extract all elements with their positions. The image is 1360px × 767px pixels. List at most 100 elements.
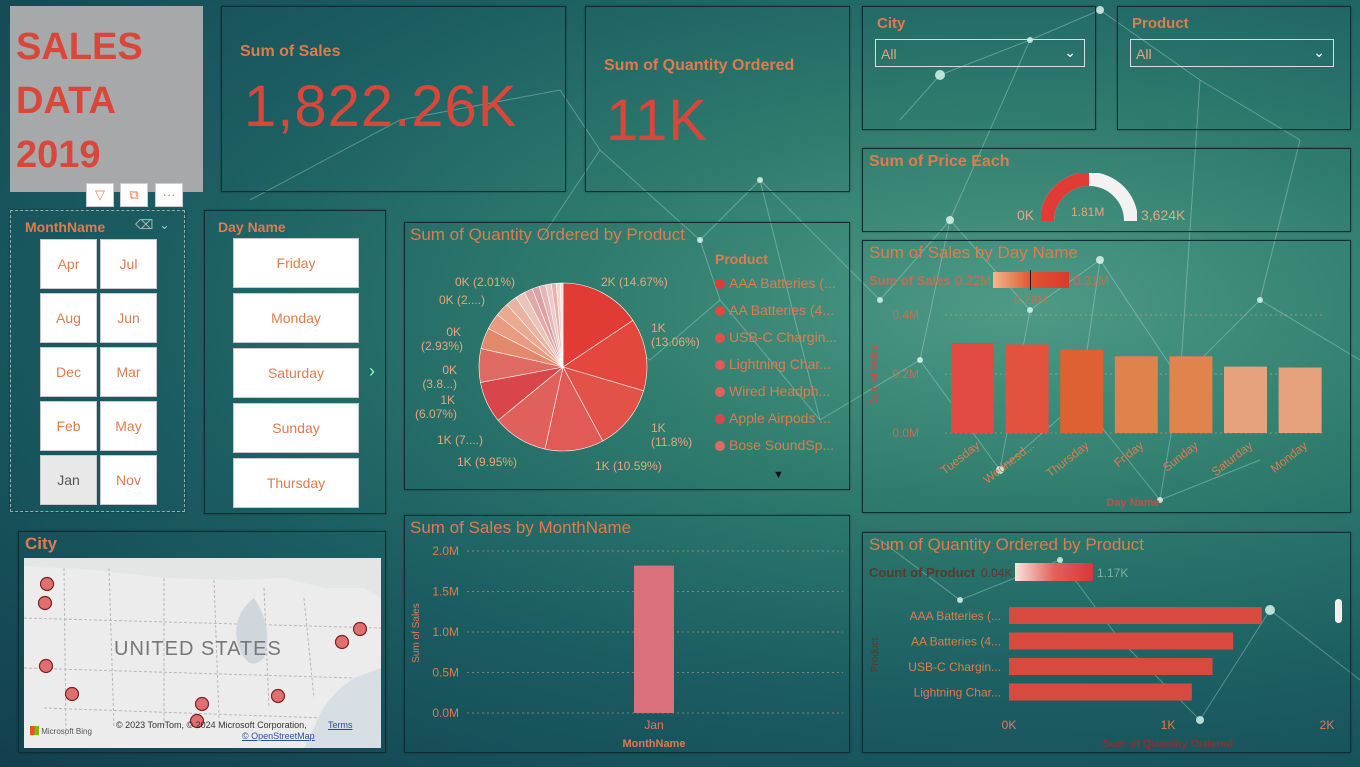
month-bar-chart-card[interactable]: Sum of Sales by MonthName 2.0M 1.5M 1.0M 0.… <box>404 515 850 753</box>
prod-bar-0 <box>1009 607 1262 624</box>
month-tile-aug[interactable]: Aug <box>40 293 97 343</box>
map-title: City <box>25 534 58 553</box>
day-tile-thursday[interactable]: Thursday <box>233 458 359 508</box>
month-ytick-0: 2.0M <box>432 544 459 558</box>
day-bar-1 <box>1005 344 1049 433</box>
day-ytick-2: 0.0M <box>892 426 919 440</box>
pie-legend-item-0[interactable]: AAA Batteries (... <box>715 275 836 291</box>
month-tile-may[interactable]: May <box>100 401 157 451</box>
city-map[interactable]: UNITED STATES Microsoft Bing © 2023 TomT… <box>24 558 381 748</box>
gauge-card[interactable]: Sum of Price Each 0K 1.81M 3,624K <box>862 148 1351 232</box>
kpi-card-sales[interactable]: Sum of Sales 1,822.26K <box>221 6 566 192</box>
map-city-marker-2 <box>38 658 54 674</box>
map-city-marker-7 <box>334 634 350 650</box>
report-title-line-3: 2019 <box>16 134 101 176</box>
city-slicer[interactable]: City All ⌄ <box>862 6 1096 130</box>
kpi-card-quantity[interactable]: Sum of Quantity Ordered 11K <box>585 6 850 192</box>
month-slicer-title: MonthName <box>25 219 106 235</box>
map-city-marker-8 <box>352 621 368 637</box>
report-title-line-2: DATA <box>16 80 116 122</box>
day-xlabel: Day Name <box>1106 497 1159 509</box>
pie-legend-label: AA Batteries (4... <box>729 302 835 318</box>
pie-legend-item-3[interactable]: Lightning Char... <box>715 356 831 372</box>
day-tile-friday[interactable]: Friday <box>233 238 359 288</box>
day-slicer[interactable]: Day Name Friday Monday Saturday Sunday Thurs… <box>204 210 386 514</box>
pie-legend-item-2[interactable]: USB-C Chargin... <box>715 329 837 345</box>
day-tile-sunday[interactable]: Sunday <box>233 403 359 453</box>
bing-logo: Microsoft Bing <box>30 726 92 736</box>
month-tile-jul[interactable]: Jul <box>100 239 157 289</box>
pie-legend-item-4[interactable]: Wired Headph... <box>715 383 830 399</box>
legend-scroll-down-icon[interactable]: ▼ <box>773 469 784 481</box>
bing-logo-text: Microsoft Bing <box>41 727 92 736</box>
prod-xtick-1: 1K <box>1161 718 1176 732</box>
eraser-icon[interactable]: ⌫ <box>135 217 153 233</box>
prod-xlabel: Sum of Quantity Ordered <box>1103 738 1234 750</box>
legend-dot-icon <box>715 441 725 451</box>
pie-legend-label: Lightning Char... <box>729 356 831 372</box>
pie-data-label-9: 0K (2....) <box>439 293 486 307</box>
product-slicer[interactable]: Product All ⌄ <box>1117 6 1351 130</box>
prod-xtick-2: 2K <box>1320 718 1335 732</box>
kpi-sales-value: 1,822.26K <box>244 74 518 139</box>
pie-data-label-7: 0K (3.8...) <box>422 363 457 391</box>
prod-ytick-0: AAA Batteries (... <box>910 609 1001 623</box>
day-xtick-5: Saturday <box>1209 438 1255 479</box>
map-credit: © 2023 TomTom, © 2024 Microsoft Corporat… <box>116 720 307 730</box>
focus-mode-icon[interactable]: ⧉ <box>120 183 148 207</box>
pie-legend-item-5[interactable]: Apple Airpods ... <box>715 410 831 426</box>
chevron-right-icon[interactable]: › <box>369 361 375 382</box>
month-ytick-4: 0.0M <box>432 706 459 720</box>
pie-legend-title: Product <box>715 251 768 267</box>
day-bar-6 <box>1278 367 1322 433</box>
month-tile-mar[interactable]: Mar <box>100 347 157 397</box>
pie-data-label-6: 1K (6.07%) <box>415 393 458 421</box>
day-xtick-1: Wednesd... <box>981 438 1037 486</box>
day-tile-monday[interactable]: Monday <box>233 293 359 343</box>
pie-chart-card[interactable]: Sum of Quantity Ordered by Product Produ… <box>404 222 850 490</box>
city-dropdown[interactable]: All ⌄ <box>875 39 1085 67</box>
product-bar-chart-card[interactable]: Sum of Quantity Ordered by Product Count… <box>862 532 1351 753</box>
day-bar-2 <box>1060 349 1104 433</box>
legend-dot-icon <box>715 360 725 370</box>
month-tile-nov[interactable]: Nov <box>100 455 157 505</box>
day-tile-saturday[interactable]: Saturday <box>233 348 359 398</box>
map-osm-link[interactable]: © OpenStreetMap <box>242 731 315 741</box>
scrollbar-thumb[interactable] <box>1335 599 1342 623</box>
pie-data-label-1: 1K (13.06%) <box>651 321 700 349</box>
pie-legend-label: USB-C Chargin... <box>729 329 838 345</box>
prod-xtick-0: 0K <box>1002 718 1017 732</box>
legend-dot-icon <box>715 279 725 289</box>
month-tile-apr[interactable]: Apr <box>40 239 97 289</box>
month-tile-feb[interactable]: Feb <box>40 401 97 451</box>
day-xtick-3: Friday <box>1111 438 1146 470</box>
month-tile-jan[interactable]: Jan <box>40 455 97 505</box>
pie-legend-item-6[interactable]: Bose SoundSp... <box>715 437 834 453</box>
chevron-down-icon: ⌄ <box>1064 44 1076 60</box>
pie-legend-item-1[interactable]: AA Batteries (4... <box>715 302 834 318</box>
prod-bar-2 <box>1009 658 1213 675</box>
gauge-min: 0K <box>1017 207 1035 223</box>
legend-dot-icon <box>715 414 725 424</box>
product-dropdown[interactable]: All ⌄ <box>1130 39 1334 67</box>
month-ytick-2: 1.0M <box>432 625 459 639</box>
product-slicer-title: Product <box>1132 15 1189 32</box>
month-xlabel: MonthName <box>623 738 686 750</box>
city-slicer-title: City <box>877 15 906 32</box>
day-xtick-2: Thursday <box>1044 438 1092 480</box>
kpi-quantity-value: 11K <box>606 88 708 153</box>
filter-icon[interactable]: ▽ <box>86 183 114 207</box>
month-tile-jun[interactable]: Jun <box>100 293 157 343</box>
kpi-sales-label: Sum of Sales <box>240 43 341 60</box>
day-ytick-1: 0.2M <box>892 367 919 381</box>
map-terms-link[interactable]: Terms <box>328 720 353 730</box>
day-bar-chart-card[interactable]: Sum of Sales by Day Name Sum of Sales 0.… <box>862 240 1351 513</box>
more-options-icon[interactable]: ··· <box>155 183 183 207</box>
pie-data-label-2: 1K (11.8%) <box>651 421 693 449</box>
day-ylabel: Sum of Sales <box>869 345 880 404</box>
map-city-marker-6 <box>270 688 286 704</box>
month-slicer[interactable]: MonthName ⌫ ⌄ Apr Jul Aug Jun Dec Mar Feb May Ja… <box>10 210 185 512</box>
chevron-down-icon[interactable]: ⌄ <box>159 217 170 233</box>
month-tile-dec[interactable]: Dec <box>40 347 97 397</box>
month-ylabel: Sum of Sales <box>411 603 422 662</box>
